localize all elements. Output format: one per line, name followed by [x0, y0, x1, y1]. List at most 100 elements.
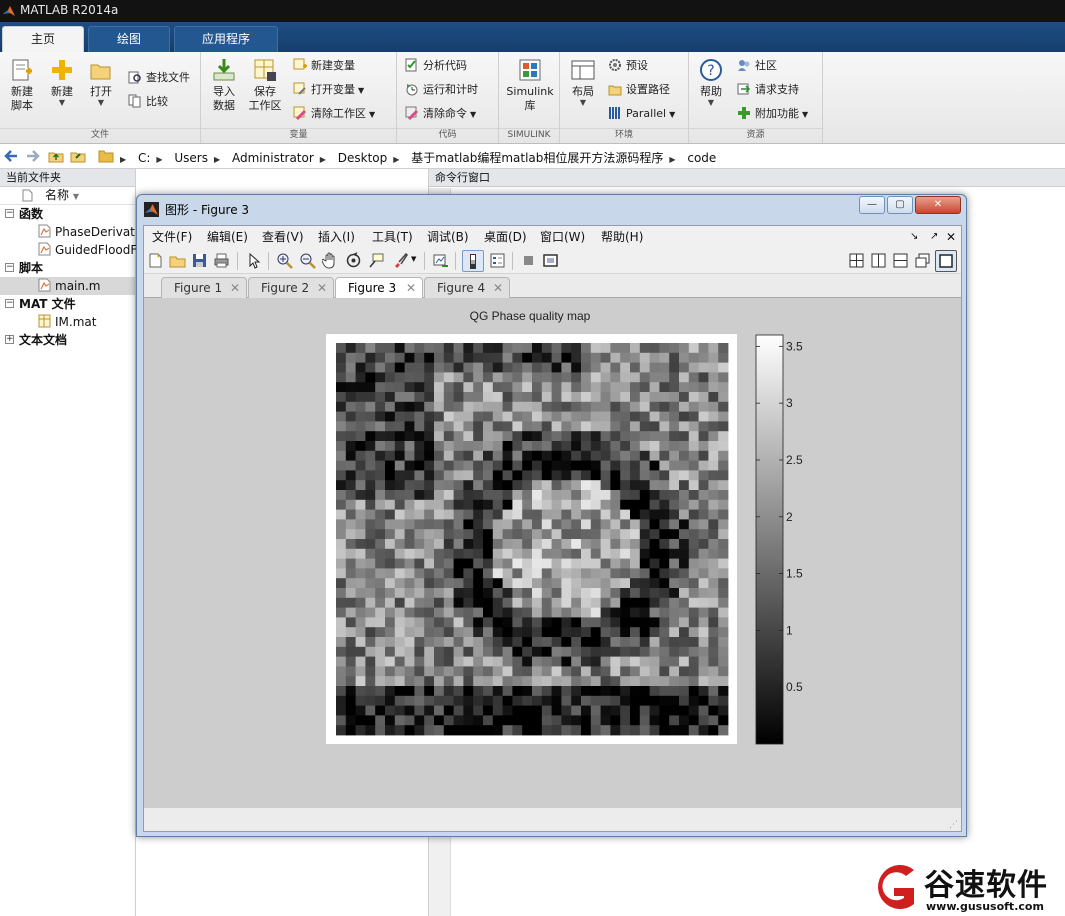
breadcrumb-item[interactable]: Desktop — [338, 151, 388, 165]
minimize-button[interactable]: — — [859, 196, 885, 214]
list-item[interactable]: IM.mat — [0, 313, 135, 331]
tab-figure-4[interactable]: Figure 4 ✕ — [424, 277, 510, 298]
menu-tools[interactable]: 工具(T) — [372, 226, 413, 248]
parallel-button[interactable]: Parallel ▼ — [608, 104, 675, 124]
name-column-header[interactable]: 名称 ▼ — [0, 187, 135, 205]
menu-desktop[interactable]: 桌面(D) — [484, 226, 527, 248]
new-button[interactable]: 新建 ▼ — [48, 57, 76, 107]
group-scripts[interactable]: − 脚本 — [0, 259, 135, 277]
menu-insert[interactable]: 插入(I) — [318, 226, 355, 248]
expand-icon[interactable]: + — [5, 335, 14, 344]
tab-apps[interactable]: 应用程序 — [174, 26, 278, 52]
figure-canvas[interactable]: QG Phase quality map 0.5 1 1.5 2 2.5 3 3.5 — [144, 298, 961, 808]
pointer-icon[interactable] — [245, 252, 262, 269]
maximize-layout-button[interactable] — [935, 250, 957, 272]
menu-edit[interactable]: 编辑(E) — [207, 226, 248, 248]
rotate-3d-icon[interactable] — [345, 252, 362, 269]
group-mat-files[interactable]: − MAT 文件 — [0, 295, 135, 313]
back-arrow-icon[interactable] — [3, 148, 19, 164]
new-variable-button[interactable]: 新建变量 — [293, 56, 355, 76]
heatmap-cell — [571, 382, 582, 393]
menu-view[interactable]: 查看(V) — [262, 226, 304, 248]
clear-commands-button[interactable]: 清除命令 ▼ — [405, 104, 476, 124]
zoom-out-icon[interactable] — [299, 252, 316, 269]
collapse-icon[interactable]: − — [5, 263, 14, 272]
set-path-button[interactable]: 设置路径 — [608, 80, 670, 100]
find-files-button[interactable]: 查找文件 — [128, 68, 190, 88]
tab-figure-1[interactable]: Figure 1 ✕ — [161, 277, 247, 298]
import-data-button[interactable]: 导入 数据 — [209, 57, 239, 113]
pan-hand-icon[interactable] — [322, 252, 339, 269]
up-folder-icon[interactable] — [48, 148, 64, 164]
close-tab-icon[interactable]: ✕ — [493, 278, 503, 298]
menu-file[interactable]: 文件(F) — [152, 226, 192, 248]
figure-window[interactable]: 图形 - Figure 3 — ▢ ✕ 文件(F) 编辑(E) 查看(V) 插入… — [136, 194, 967, 837]
simulink-library-button[interactable]: Simulink 库 — [505, 57, 555, 113]
list-item[interactable]: GuidedFloodFill.m — [0, 241, 162, 259]
breadcrumb-item[interactable]: Administrator — [232, 151, 314, 165]
layout-button[interactable]: 布局 ▼ — [568, 57, 598, 107]
colorbar-toggle-button[interactable] — [462, 250, 484, 272]
close-button[interactable]: ✕ — [915, 196, 961, 214]
breadcrumb-item[interactable]: C: — [138, 151, 150, 165]
heatmap-cell — [551, 705, 562, 716]
heatmap-cell — [659, 627, 670, 638]
breadcrumb-item[interactable]: code — [687, 151, 716, 165]
maximize-button[interactable]: ▢ — [887, 196, 913, 214]
clear-workspace-button[interactable]: 清除工作区 ▼ — [293, 104, 375, 124]
chevron-down-icon[interactable]: ▼ — [411, 255, 416, 263]
close-tab-icon[interactable]: ✕ — [317, 278, 327, 298]
list-item[interactable]: PhaseDerivativeVariance.m — [0, 223, 220, 241]
dock-arrow-icon[interactable]: ↗ — [930, 226, 938, 248]
tab-figure-2[interactable]: Figure 2 ✕ — [248, 277, 334, 298]
menu-help[interactable]: 帮助(H) — [601, 226, 643, 248]
undock-arrow-icon[interactable]: ↘ — [910, 226, 918, 248]
group-text-documents[interactable]: + 文本文档 — [0, 331, 135, 349]
show-plot-tools-icon[interactable] — [542, 252, 559, 269]
forward-arrow-icon[interactable] — [25, 148, 41, 164]
analyze-code-button[interactable]: 分析代码 — [405, 56, 467, 76]
save-icon[interactable] — [191, 252, 208, 269]
save-workspace-button[interactable]: 保存 工作区 — [247, 57, 283, 113]
brush-icon[interactable] — [392, 252, 409, 269]
resize-grip-icon[interactable]: ⋰ — [949, 820, 958, 830]
menu-window[interactable]: 窗口(W) — [540, 226, 585, 248]
request-support-button[interactable]: 请求支持 — [737, 80, 799, 100]
close-tab-icon[interactable]: ✕ — [230, 278, 240, 298]
tab-figure-3[interactable]: Figure 3 ✕ — [335, 277, 423, 299]
browse-folder-icon[interactable] — [70, 148, 86, 164]
hide-plot-tools-icon[interactable] — [520, 252, 537, 269]
new-figure-icon[interactable] — [147, 252, 164, 269]
community-button[interactable]: 社区 — [737, 56, 777, 76]
collapse-icon[interactable]: − — [5, 209, 14, 218]
new-script-button[interactable]: 新建 脚本 — [6, 57, 38, 113]
zoom-in-icon[interactable] — [276, 252, 293, 269]
tile-left-right-icon[interactable] — [870, 252, 887, 269]
open-file-icon[interactable] — [169, 252, 186, 269]
help-button[interactable]: ? 帮助 ▼ — [697, 57, 725, 107]
list-item[interactable]: main.m — [0, 277, 135, 295]
run-and-time-button[interactable]: 运行和计时 — [405, 80, 478, 100]
data-cursor-icon[interactable] — [368, 252, 385, 269]
tab-home[interactable]: 主页 — [2, 26, 84, 52]
tab-plots[interactable]: 绘图 — [88, 26, 170, 52]
close-figure-icon[interactable]: ✕ — [946, 226, 956, 248]
open-button[interactable]: 打开 ▼ — [86, 57, 116, 107]
tile-top-bottom-icon[interactable] — [892, 252, 909, 269]
menu-debug[interactable]: 调试(B) — [427, 226, 469, 248]
heatmap-cell — [345, 548, 356, 559]
breadcrumb-item[interactable]: Users — [174, 151, 208, 165]
collapse-icon[interactable]: − — [5, 299, 14, 308]
close-tab-icon[interactable]: ✕ — [406, 278, 416, 298]
print-icon[interactable] — [213, 252, 230, 269]
legend-icon[interactable] — [489, 252, 506, 269]
float-icon[interactable] — [914, 252, 931, 269]
link-plot-icon[interactable] — [432, 252, 449, 269]
tile-grid-icon[interactable] — [848, 252, 865, 269]
group-functions[interactable]: − 函数 — [0, 205, 135, 223]
preferences-button[interactable]: 预设 — [608, 56, 648, 76]
compare-button[interactable]: 比较 — [128, 92, 168, 112]
open-variable-button[interactable]: 打开变量 ▼ — [293, 80, 364, 100]
add-ons-button[interactable]: 附加功能 ▼ — [737, 104, 808, 124]
breadcrumb-item[interactable]: 基于matlab编程matlab相位展开方法源码程序 — [411, 151, 663, 165]
